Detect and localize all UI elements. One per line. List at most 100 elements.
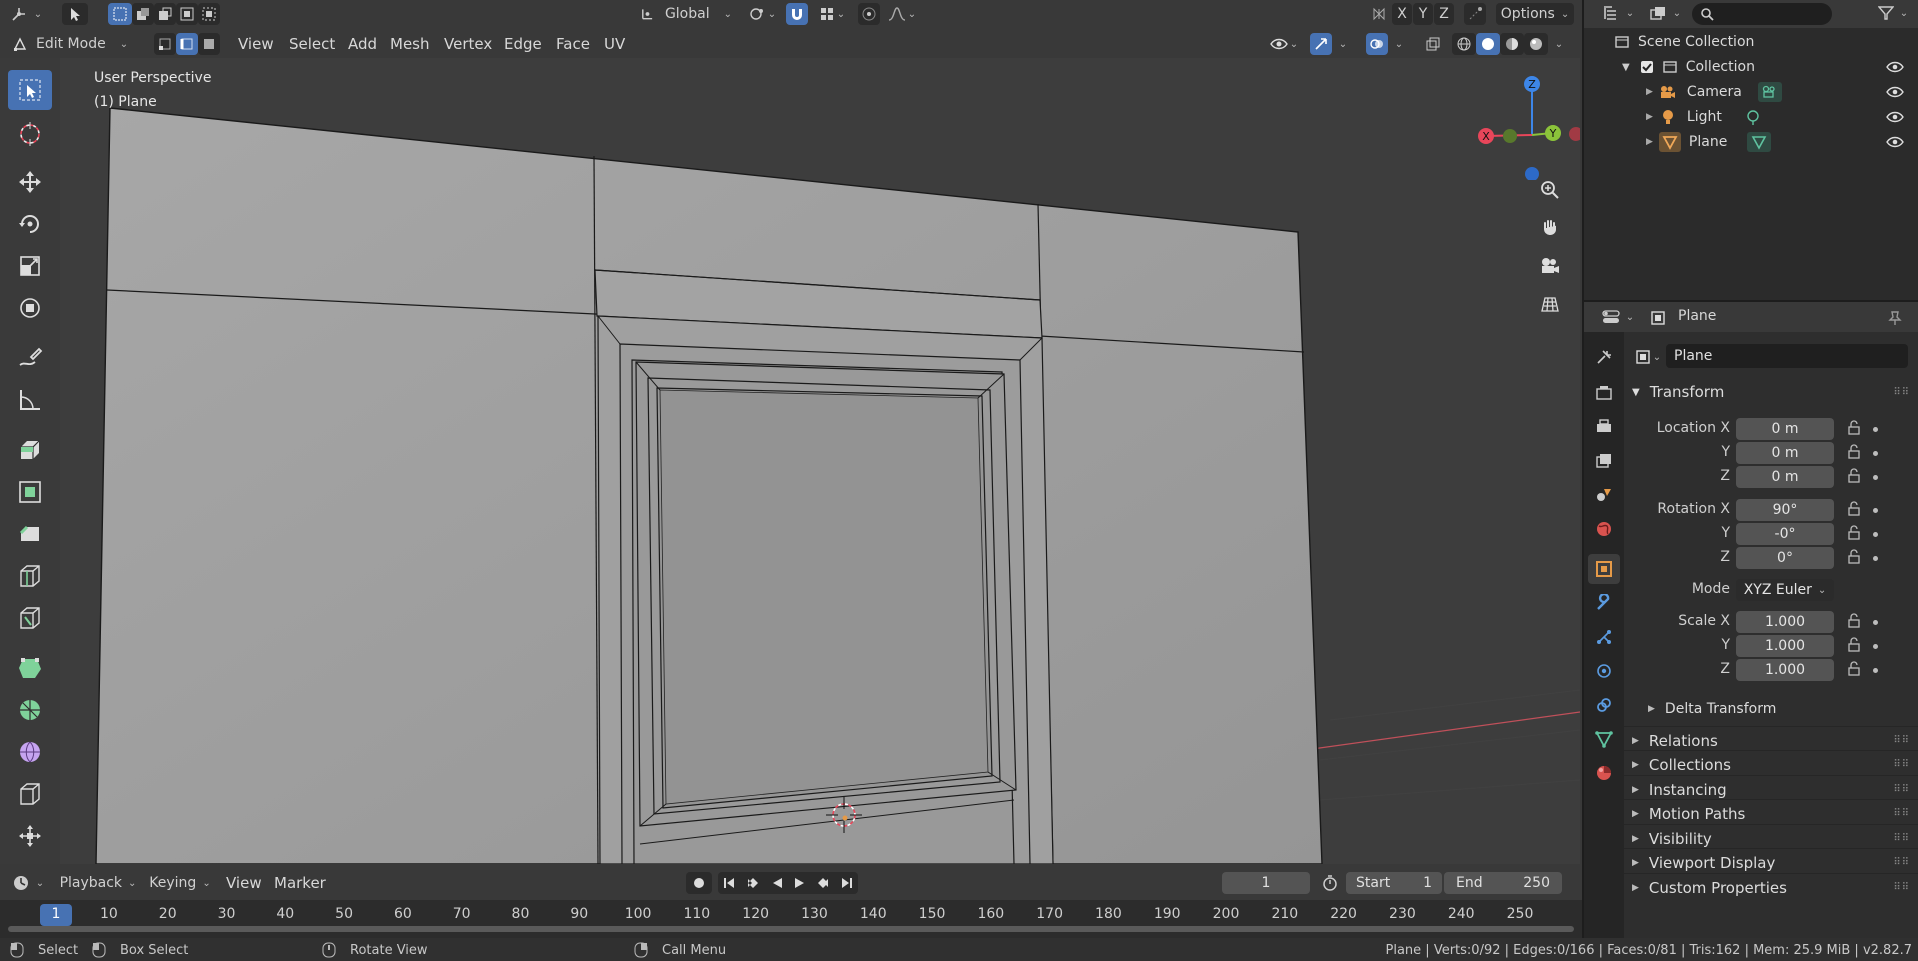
select-tool-header-button[interactable] bbox=[62, 3, 88, 25]
scale-tool[interactable] bbox=[8, 246, 52, 286]
tab-view-layer[interactable] bbox=[1588, 446, 1620, 476]
panel-custom-properties[interactable]: ▶ Custom Properties ⠿⠿ bbox=[1624, 873, 1918, 901]
timeline-scrollbar-thumb[interactable] bbox=[8, 926, 1574, 932]
snap-toggle[interactable] bbox=[786, 3, 808, 25]
keyframe-dot[interactable] bbox=[1873, 427, 1878, 432]
outliner-item-plane[interactable]: ▶ Plane bbox=[1584, 130, 1918, 154]
rip-region-tool[interactable] bbox=[8, 816, 52, 856]
start-frame-field[interactable]: Start 1 bbox=[1346, 872, 1442, 894]
light-data-icon[interactable] bbox=[1744, 108, 1762, 126]
scale-x-field[interactable]: 1.000 bbox=[1736, 611, 1834, 633]
play-icon[interactable] bbox=[792, 876, 806, 890]
delta-transform-subpanel[interactable]: ▶ Delta Transform bbox=[1624, 696, 1918, 722]
eye-icon[interactable] bbox=[1886, 136, 1904, 148]
keyframe-dot[interactable] bbox=[1873, 556, 1878, 561]
rotation-y-field[interactable]: -0° bbox=[1736, 523, 1834, 545]
knife-tool[interactable] bbox=[8, 598, 52, 638]
transform-panel-header[interactable]: ▼ Transform ⠿⠿ bbox=[1624, 378, 1918, 406]
tab-particles[interactable] bbox=[1588, 622, 1620, 652]
falloff-dropdown[interactable]: ⌄ bbox=[884, 3, 920, 25]
keyframe-dot[interactable] bbox=[1873, 644, 1878, 649]
lock-icon[interactable] bbox=[1846, 661, 1864, 679]
perspective-toggle-button[interactable] bbox=[1534, 288, 1566, 320]
outliner-scene-collection[interactable]: Scene Collection bbox=[1584, 30, 1918, 54]
rotation-z-field[interactable]: 0° bbox=[1736, 547, 1834, 569]
end-frame-field[interactable]: End 250 bbox=[1444, 872, 1562, 894]
move-tool[interactable] bbox=[8, 162, 52, 202]
loop-cut-tool[interactable] bbox=[8, 556, 52, 596]
select-mode-subtract-button[interactable] bbox=[154, 3, 176, 25]
shading-wireframe-button[interactable] bbox=[1452, 33, 1476, 55]
lock-icon[interactable] bbox=[1846, 468, 1864, 486]
location-z-field[interactable]: 0 m bbox=[1736, 466, 1834, 488]
keyframe-dot[interactable] bbox=[1873, 451, 1878, 456]
menu-keying[interactable]: Keying ⌄ bbox=[144, 872, 216, 894]
inset-faces-tool[interactable] bbox=[8, 472, 52, 512]
tab-render[interactable] bbox=[1588, 378, 1620, 408]
zoom-button[interactable] bbox=[1534, 174, 1566, 206]
keyframe-dot[interactable] bbox=[1873, 668, 1878, 673]
mesh-data-icon[interactable] bbox=[1747, 132, 1772, 152]
camera-data-icon[interactable] bbox=[1757, 82, 1782, 102]
select-mode-intersect-button[interactable] bbox=[198, 3, 220, 25]
shear-tool[interactable] bbox=[8, 774, 52, 814]
annotate-tool[interactable] bbox=[8, 338, 52, 378]
eye-icon[interactable] bbox=[1886, 61, 1904, 73]
face-select-mode-button[interactable] bbox=[198, 33, 220, 55]
panel-motion-paths[interactable]: ▶ Motion Paths ⠿⠿ bbox=[1624, 799, 1918, 827]
mirror-toggle[interactable] bbox=[1368, 3, 1390, 25]
visibility-selectability-dropdown[interactable]: ⌄ bbox=[1264, 33, 1304, 55]
drag-grip-icon[interactable]: ⠿⠿ bbox=[1893, 808, 1910, 819]
panel-collections[interactable]: ▶ Collections ⠿⠿ bbox=[1624, 750, 1918, 778]
disclosure-triangle-icon[interactable]: ▶ bbox=[1646, 87, 1653, 97]
prev-keyframe-icon[interactable] bbox=[745, 876, 761, 890]
timeline-scrollbar[interactable] bbox=[8, 926, 1574, 932]
checkbox-checked-icon[interactable] bbox=[1640, 60, 1654, 74]
overlays-toggle[interactable] bbox=[1366, 33, 1388, 55]
lock-icon[interactable] bbox=[1846, 501, 1864, 519]
eye-icon[interactable] bbox=[1886, 86, 1904, 98]
edge-select-mode-button[interactable] bbox=[176, 33, 198, 55]
lock-icon[interactable] bbox=[1846, 420, 1864, 438]
current-frame-field[interactable]: 1 bbox=[1222, 872, 1310, 894]
drag-grip-icon[interactable]: ⠿⠿ bbox=[1893, 784, 1910, 795]
options-dropdown[interactable]: Options ⌄ bbox=[1496, 3, 1574, 25]
drag-grip-icon[interactable]: ⠿⠿ bbox=[1893, 759, 1910, 770]
select-mode-new-button[interactable] bbox=[108, 3, 132, 25]
keyframe-dot[interactable] bbox=[1873, 475, 1878, 480]
scale-z-field[interactable]: 1.000 bbox=[1736, 659, 1834, 681]
tab-object[interactable] bbox=[1588, 554, 1620, 584]
editor-type-button[interactable]: ⌄ bbox=[6, 3, 46, 25]
bevel-tool[interactable] bbox=[8, 514, 52, 554]
tab-physics[interactable] bbox=[1588, 656, 1620, 686]
transform-tool[interactable] bbox=[8, 288, 52, 328]
location-y-field[interactable]: 0 m bbox=[1736, 442, 1834, 464]
display-mode-dropdown[interactable]: ⌄ bbox=[1646, 2, 1684, 24]
tab-material[interactable] bbox=[1588, 758, 1620, 788]
record-button[interactable] bbox=[686, 872, 712, 894]
eye-icon[interactable] bbox=[1886, 111, 1904, 123]
mirror-z-toggle[interactable]: Z bbox=[1434, 3, 1454, 25]
pivot-point-dropdown[interactable]: ⌄ bbox=[744, 3, 780, 25]
mode-dropdown[interactable]: Edit Mode ⌄ bbox=[10, 33, 142, 55]
shading-dropdown[interactable]: ⌄ bbox=[1550, 33, 1568, 55]
outliner-editor-type-button[interactable]: ⌄ bbox=[1598, 2, 1638, 24]
timeline-menu-view[interactable]: View bbox=[226, 873, 262, 893]
object-name-field[interactable]: Plane bbox=[1666, 344, 1908, 368]
drag-grip-icon[interactable]: ⠿⠿ bbox=[1893, 735, 1910, 746]
3d-viewport[interactable]: User Perspective (1) Plane Z Y X bbox=[60, 58, 1580, 864]
outliner-item-light[interactable]: ▶ Light bbox=[1584, 105, 1918, 129]
keyframe-dot[interactable] bbox=[1873, 620, 1878, 625]
drag-grip-icon[interactable]: ⠿⠿ bbox=[1893, 882, 1910, 893]
auto-merge-toggle[interactable] bbox=[1464, 3, 1486, 25]
menu-playback[interactable]: Playback ⌄ bbox=[56, 872, 140, 894]
outliner-collection[interactable]: ▼ Collection bbox=[1584, 55, 1918, 79]
select-mode-difference-button[interactable] bbox=[176, 3, 198, 25]
keyframe-dot[interactable] bbox=[1873, 508, 1878, 513]
xray-toggle[interactable] bbox=[1422, 33, 1444, 55]
transform-orientation-dropdown[interactable]: Global ⌄ bbox=[636, 3, 732, 25]
menu-add[interactable]: Add bbox=[348, 34, 377, 54]
disclosure-triangle-icon[interactable]: ▶ bbox=[1646, 137, 1653, 147]
object-browse-dropdown[interactable]: ⌄ bbox=[1632, 346, 1664, 368]
disclosure-triangle-icon[interactable]: ▼ bbox=[1622, 62, 1630, 73]
